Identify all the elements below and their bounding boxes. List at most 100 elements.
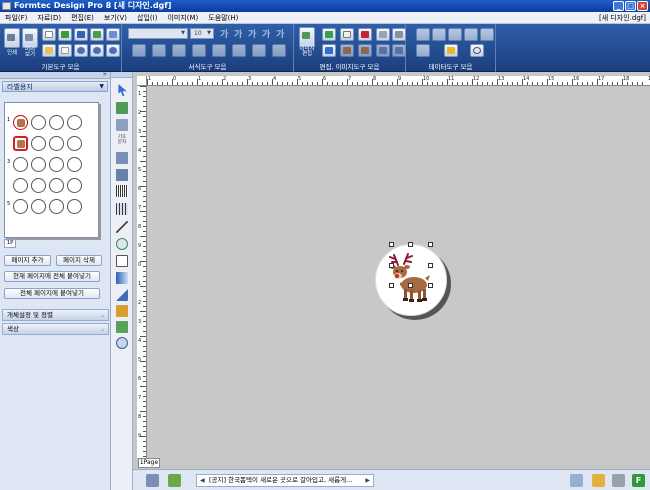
menu-image[interactable]: 이미지(M) [162,12,203,24]
label-cell[interactable] [67,136,82,151]
label-cell[interactable] [49,136,64,151]
clipart-tool-icon[interactable] [116,169,128,181]
ellipse-tool-icon[interactable] [116,238,128,250]
paste-button[interactable] [376,28,390,41]
font-size-select[interactable]: 10 ▼ [190,28,214,39]
rectangle-tool-icon[interactable] [116,255,128,267]
edit-pencil-icon[interactable] [592,474,605,487]
delete-button[interactable] [392,28,406,41]
paragraph-tool-icon[interactable] [116,119,128,131]
grid-icon[interactable] [612,474,625,487]
label-cell-active[interactable] [13,136,28,151]
data-link-button[interactable] [416,44,430,57]
qr-tool-icon[interactable] [116,321,128,333]
label-cell[interactable] [67,115,82,130]
table-tool-icon[interactable] [116,305,128,317]
resize-handle[interactable] [428,263,433,268]
barcode2-tool-icon[interactable] [116,203,128,215]
formtec-logo-icon[interactable]: F [632,474,645,487]
cut-icon[interactable] [358,28,372,41]
save-button[interactable] [74,28,88,41]
resize-handle[interactable] [389,283,394,288]
label-cell[interactable] [67,178,82,193]
line-tool-icon[interactable] [116,221,128,233]
underline-button[interactable]: 가 [248,27,256,40]
align-center-button[interactable] [152,44,166,57]
label-cell[interactable] [31,199,46,214]
data-export-button[interactable] [448,28,462,41]
panel-grip[interactable]: » [0,70,110,79]
outline-button[interactable]: 가 [276,27,284,40]
prev-notice-icon[interactable]: ◀ [200,475,205,486]
add-image-icon[interactable] [168,474,181,487]
label-paper-selector[interactable]: 라벨용지 ▼ [2,81,108,92]
stamp-tool-icon[interactable] [116,337,128,349]
next-notice-icon[interactable]: ▶ [365,475,370,486]
reindeer-image[interactable] [376,245,448,317]
rotate-icon[interactable] [358,44,372,57]
duplicate-button[interactable] [340,28,354,41]
flip-icon[interactable] [376,44,390,57]
text-tool-icon[interactable] [116,102,128,114]
menu-edit[interactable]: 편집(E) [66,12,99,24]
italic-button[interactable]: 가 [234,27,242,40]
undo-icon[interactable] [322,44,336,57]
paste-current-page-button[interactable]: 현재 페이지에 전체 붙여넣기 [4,271,100,282]
add-page-button[interactable]: 페이지 추가 [4,255,51,266]
label-cell[interactable] [31,157,46,172]
label-cell[interactable] [31,178,46,193]
label-cell-selected[interactable] [13,115,28,130]
transform-icon[interactable] [392,44,406,57]
align-left-button[interactable] [132,44,146,57]
copy-button[interactable] [322,28,336,41]
image-edit-button[interactable] [299,27,315,47]
open-excel-button[interactable] [58,28,72,41]
menu-view[interactable]: 보기(V) [99,12,132,24]
label-cell[interactable] [31,136,46,151]
barcode-tool-icon[interactable] [116,185,128,197]
strikethrough-button[interactable]: 가 [262,27,270,40]
resize-handle[interactable] [428,242,433,247]
resize-handle[interactable] [428,283,433,288]
delete-page-button[interactable]: 페이지 삭제 [56,255,102,266]
label-cell[interactable] [49,115,64,130]
label-cell[interactable] [67,157,82,172]
label-cell[interactable] [13,178,28,193]
minimize-button[interactable]: _ [613,1,624,11]
menu-file[interactable]: 파일(F) [0,12,32,24]
bold-button[interactable]: 가 [220,27,228,40]
design-workspace[interactable] [147,87,650,458]
label-cell[interactable] [13,199,28,214]
zoom-fit-icon[interactable] [106,44,120,57]
menu-insert[interactable]: 삽입(I) [132,12,162,24]
shape-tool-icon[interactable] [116,289,128,301]
label-cell[interactable] [13,157,28,172]
label-cell[interactable] [67,199,82,214]
toolbox-grip[interactable] [111,72,132,78]
help-book-button[interactable] [106,28,120,41]
resize-handle[interactable] [408,283,413,288]
resize-handle[interactable] [389,263,394,268]
new-file-button[interactable] [42,28,56,41]
font-name-select[interactable]: ▼ [128,28,188,39]
preview-button[interactable] [22,28,38,48]
page-tab[interactable]: 1P [4,239,16,248]
zoom-out-icon[interactable] [90,44,104,57]
fill-color-button[interactable] [272,44,286,57]
data-field-button[interactable] [464,28,478,41]
menu-data[interactable]: 자료(D) [32,12,66,24]
align-middle-button[interactable] [212,44,226,57]
collapse-icon[interactable]: » [103,70,107,78]
resize-handle[interactable] [389,242,394,247]
data-db-button[interactable] [444,44,458,57]
object-settings-section[interactable]: 개체설정 및 정렬 ⌄ [2,309,109,321]
label-cell[interactable] [49,157,64,172]
label-sheet-preview[interactable]: 1 3 5 [4,102,99,238]
open-folder-button[interactable] [42,44,56,57]
label-cell[interactable] [31,115,46,130]
label-cell[interactable] [49,178,64,193]
folder-button[interactable] [58,44,72,57]
menu-help[interactable]: 도움말(H) [203,12,243,24]
select-pointer-icon[interactable] [118,84,127,96]
circle-label[interactable] [375,244,447,316]
